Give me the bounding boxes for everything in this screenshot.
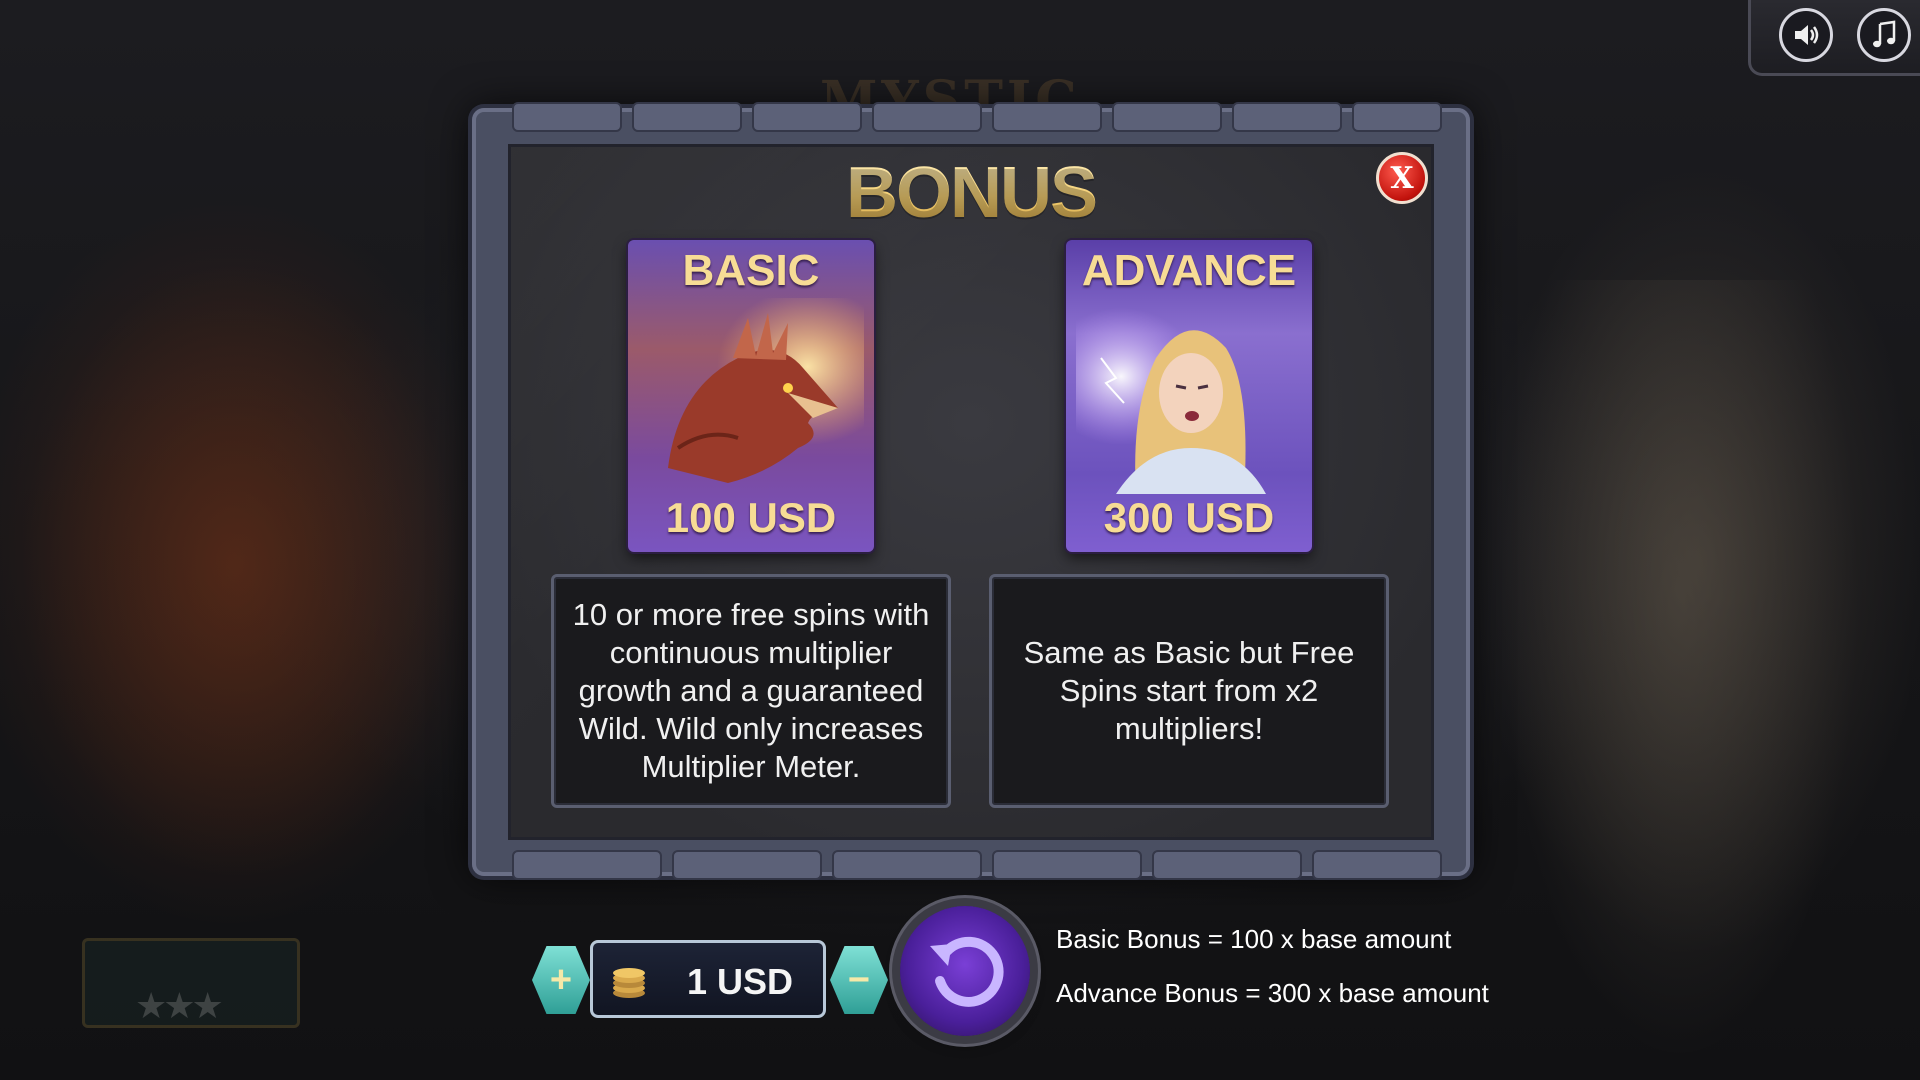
audio-controls [1748, 0, 1920, 76]
frame-brick [632, 102, 742, 132]
description-text: Same as Basic but Free Spins start from … [1023, 635, 1355, 746]
bonus-description-basic: 10 or more free spins with continuous mu… [551, 574, 951, 808]
frame-brick [672, 850, 822, 880]
frame-brick [512, 102, 622, 132]
sorceress-illustration [1076, 298, 1302, 494]
background-sorceress [1500, 280, 1860, 1060]
frame-brick [992, 102, 1102, 132]
bonus-card-advance[interactable]: ADVANCE 300 USD [1066, 240, 1312, 552]
sound-toggle-button[interactable] [1779, 8, 1833, 62]
frame-brick [512, 850, 662, 880]
background-dragon [20, 260, 460, 880]
background-stars: ★★★ [135, 985, 224, 1026]
modal-title: BONUS [472, 152, 1470, 234]
advance-bonus-info: Advance Bonus = 300 x base amount [1056, 978, 1489, 1008]
music-note-icon [1873, 20, 1896, 48]
bonus-card-basic[interactable]: BASIC 100 USD [628, 240, 874, 552]
frame-brick [1232, 102, 1342, 132]
dragon-illustration [638, 298, 864, 494]
frame-brick [752, 102, 862, 132]
card-name: BASIC [682, 246, 820, 295]
speaker-icon [1795, 25, 1819, 45]
bet-amount-display: 1 USD [590, 940, 826, 1018]
basic-bonus-info: Basic Bonus = 100 x base amount [1056, 924, 1452, 954]
frame-brick [1152, 850, 1302, 880]
bonus-description-advance: Same as Basic but Free Spins start from … [989, 574, 1389, 808]
replay-icon [930, 936, 1004, 1007]
frame-brick [1312, 850, 1442, 880]
frame-brick [992, 850, 1142, 880]
card-price: 100 USD [665, 494, 837, 541]
card-name: ADVANCE [1081, 246, 1297, 295]
frame-brick [1352, 102, 1442, 132]
card-price: 300 USD [1103, 494, 1275, 541]
bonus-modal: BONUS X BASIC 100 USD ADVANCE 300 USD 10… [472, 102, 1470, 880]
frame-brick [1112, 102, 1222, 132]
music-toggle-button[interactable] [1857, 8, 1911, 62]
coin-stack-icon [613, 968, 645, 998]
spin-button[interactable] [900, 906, 1030, 1036]
frame-brick [872, 102, 982, 132]
frame-brick [832, 850, 982, 880]
description-text: 10 or more free spins with continuous mu… [572, 597, 930, 784]
close-button[interactable]: X [1376, 152, 1428, 204]
bet-amount-value: 1 USD [686, 961, 794, 1002]
